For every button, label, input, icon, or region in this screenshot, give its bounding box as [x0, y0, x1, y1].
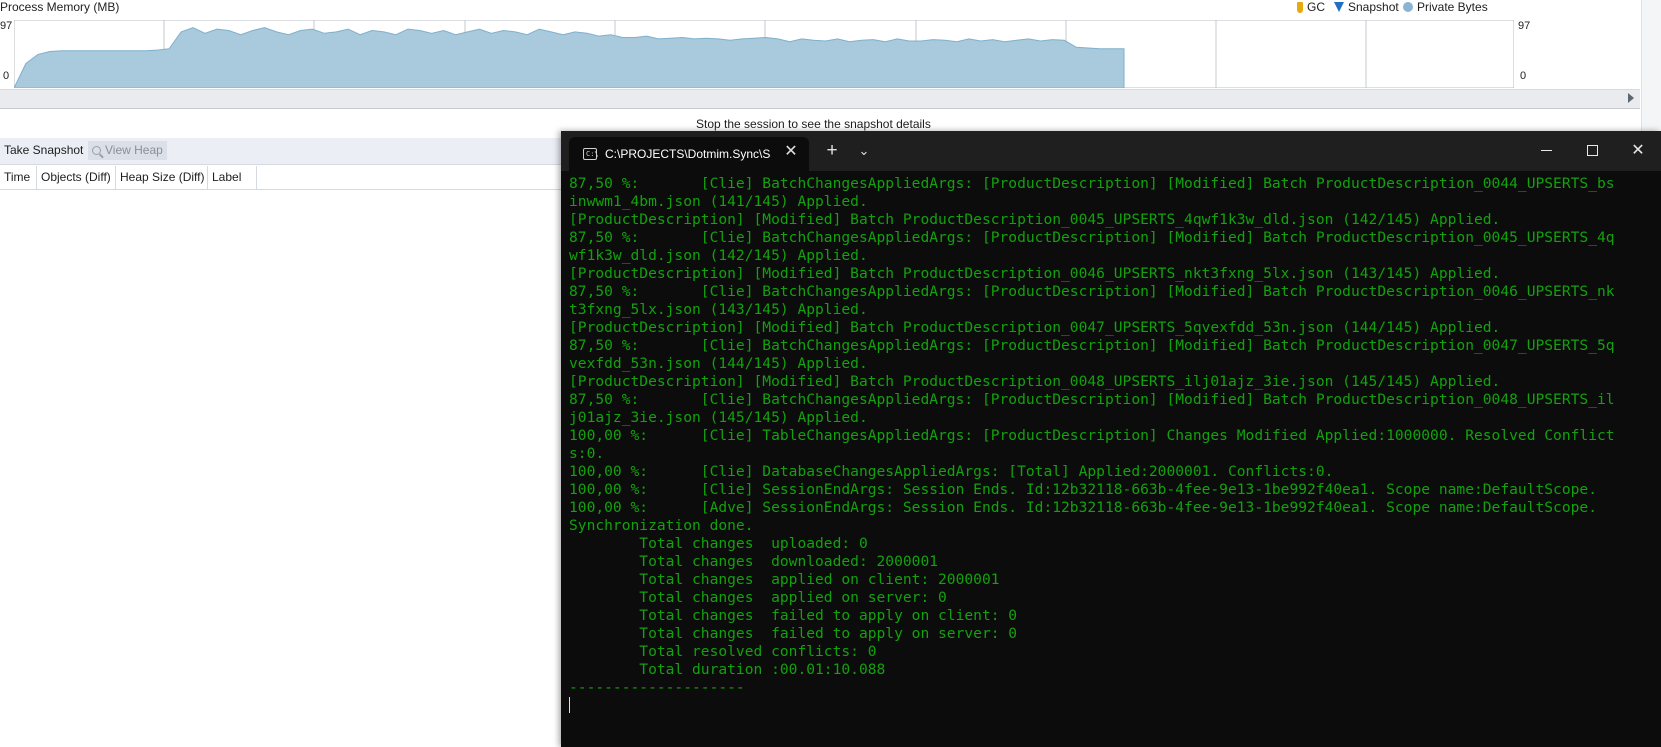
y-axis-max-right: 97 [1518, 20, 1531, 32]
terminal-line: Total changes failed to apply on client:… [569, 607, 1018, 624]
text-cursor [569, 697, 570, 713]
terminal-line: Total changes uploaded: 0 [569, 535, 868, 552]
column-label[interactable]: Label [208, 166, 257, 189]
terminal-line: Total changes downloaded: 2000001 [569, 553, 939, 570]
y-axis-max-left: 97 [0, 20, 13, 32]
take-snapshot-button[interactable]: Take Snapshot [0, 141, 87, 160]
terminal-window[interactable]: C:\ C:\PROJECTS\Dotmim.Sync\Samples\ ✕ +… [561, 131, 1661, 747]
minimize-button[interactable] [1523, 131, 1569, 171]
private-bytes-icon [1403, 2, 1413, 12]
close-tab-icon[interactable]: ✕ [781, 142, 801, 162]
terminal-line: [ProductDescription] [Modified] Batch Pr… [569, 319, 1501, 336]
terminal-line: 100,00 %: [Clie] TableChangesAppliedArgs… [569, 427, 1615, 444]
terminal-line: wf1k3w_dld.json (142/145) Applied. [569, 247, 868, 264]
terminal-line: 100,00 %: [Adve] SessionEndArgs: Session… [569, 499, 1597, 516]
terminal-line: -------------------- [569, 679, 745, 696]
column-objects-diff[interactable]: Objects (Diff) [37, 166, 116, 189]
terminal-line: 87,50 %: [Clie] BatchChangesAppliedArgs:… [569, 391, 1615, 408]
console-icon: C:\ [583, 148, 599, 160]
new-tab-button[interactable]: + [819, 139, 845, 163]
terminal-line: 100,00 %: [Clie] DatabaseChangesAppliedA… [569, 463, 1334, 480]
terminal-line: t3fxng_5lx.json (143/145) Applied. [569, 301, 868, 318]
legend-gc: GC [1297, 0, 1325, 14]
column-time[interactable]: Time [0, 166, 37, 189]
prompt-line[interactable] [569, 697, 1661, 715]
terminal-line: Synchronization done. [569, 517, 754, 534]
snapshot-icon [1334, 2, 1344, 12]
gc-icon [1297, 1, 1303, 13]
terminal-titlebar[interactable]: C:\ C:\PROJECTS\Dotmim.Sync\Samples\ ✕ +… [561, 131, 1661, 171]
terminal-output[interactable]: 87,50 %: [Clie] BatchChangesAppliedArgs:… [569, 171, 1661, 747]
legend-private-bytes-label: Private Bytes [1417, 0, 1488, 14]
memory-chart[interactable] [14, 20, 1514, 88]
terminal-line: 87,50 %: [Clie] BatchChangesAppliedArgs:… [569, 337, 1615, 354]
tab-title: C:\PROJECTS\Dotmim.Sync\Samples\ [605, 147, 771, 161]
column-heap-size-diff[interactable]: Heap Size (Diff) [116, 166, 208, 189]
terminal-line: 87,50 %: [Clie] BatchChangesAppliedArgs:… [569, 283, 1615, 300]
legend-gc-label: GC [1307, 0, 1325, 14]
view-heap-label: View Heap [105, 143, 163, 157]
maximize-icon [1587, 145, 1598, 156]
memory-chart-title: Process Memory (MB) [0, 0, 120, 14]
minimize-icon [1541, 150, 1552, 151]
terminal-line: Total changes applied on server: 0 [569, 589, 947, 606]
legend-private-bytes: Private Bytes [1403, 0, 1488, 14]
legend-snapshot: Snapshot [1334, 0, 1399, 14]
terminal-line: Total changes failed to apply on server:… [569, 625, 1018, 642]
terminal-line: [ProductDescription] [Modified] Batch Pr… [569, 211, 1501, 228]
terminal-line: vexfdd_53n.json (144/145) Applied. [569, 355, 868, 372]
console-icon-text: C:\ [586, 150, 599, 158]
y-axis-min-right: 0 [1520, 70, 1527, 82]
close-icon: ✕ [1631, 142, 1645, 159]
terminal-line: 100,00 %: [Clie] SessionEndArgs: Session… [569, 481, 1597, 498]
legend-snapshot-label: Snapshot [1348, 0, 1399, 14]
terminal-line: Total resolved conflicts: 0 [569, 643, 877, 660]
close-window-button[interactable]: ✕ [1615, 131, 1661, 171]
view-heap-icon [92, 146, 101, 155]
terminal-line: Total duration :00.01:10.088 [569, 661, 886, 678]
terminal-line: 87,50 %: [Clie] BatchChangesAppliedArgs:… [569, 229, 1615, 246]
chevron-down-icon[interactable]: ⌄ [851, 139, 877, 163]
terminal-line: j01ajz_3ie.json (145/145) Applied. [569, 409, 868, 426]
terminal-line: s:0. [569, 445, 605, 462]
terminal-line: 87,50 %: [Clie] BatchChangesAppliedArgs:… [569, 175, 1615, 192]
y-axis-min-left: 0 [3, 70, 10, 82]
scroll-right-icon[interactable] [1628, 93, 1634, 103]
snapshot-status-message: Stop the session to see the snapshot det… [696, 117, 931, 131]
view-heap-button[interactable]: View Heap [88, 141, 167, 160]
terminal-tab[interactable]: C:\ C:\PROJECTS\Dotmim.Sync\Samples\ ✕ [569, 137, 809, 171]
maximize-button[interactable] [1569, 131, 1615, 171]
timeline-scrollbar[interactable] [0, 89, 1640, 109]
terminal-line: Total changes applied on client: 2000001 [569, 571, 1000, 588]
terminal-line: inwwm1_4bm.json (141/145) Applied. [569, 193, 868, 210]
terminal-line: [ProductDescription] [Modified] Batch Pr… [569, 373, 1501, 390]
terminal-line: [ProductDescription] [Modified] Batch Pr… [569, 265, 1501, 282]
